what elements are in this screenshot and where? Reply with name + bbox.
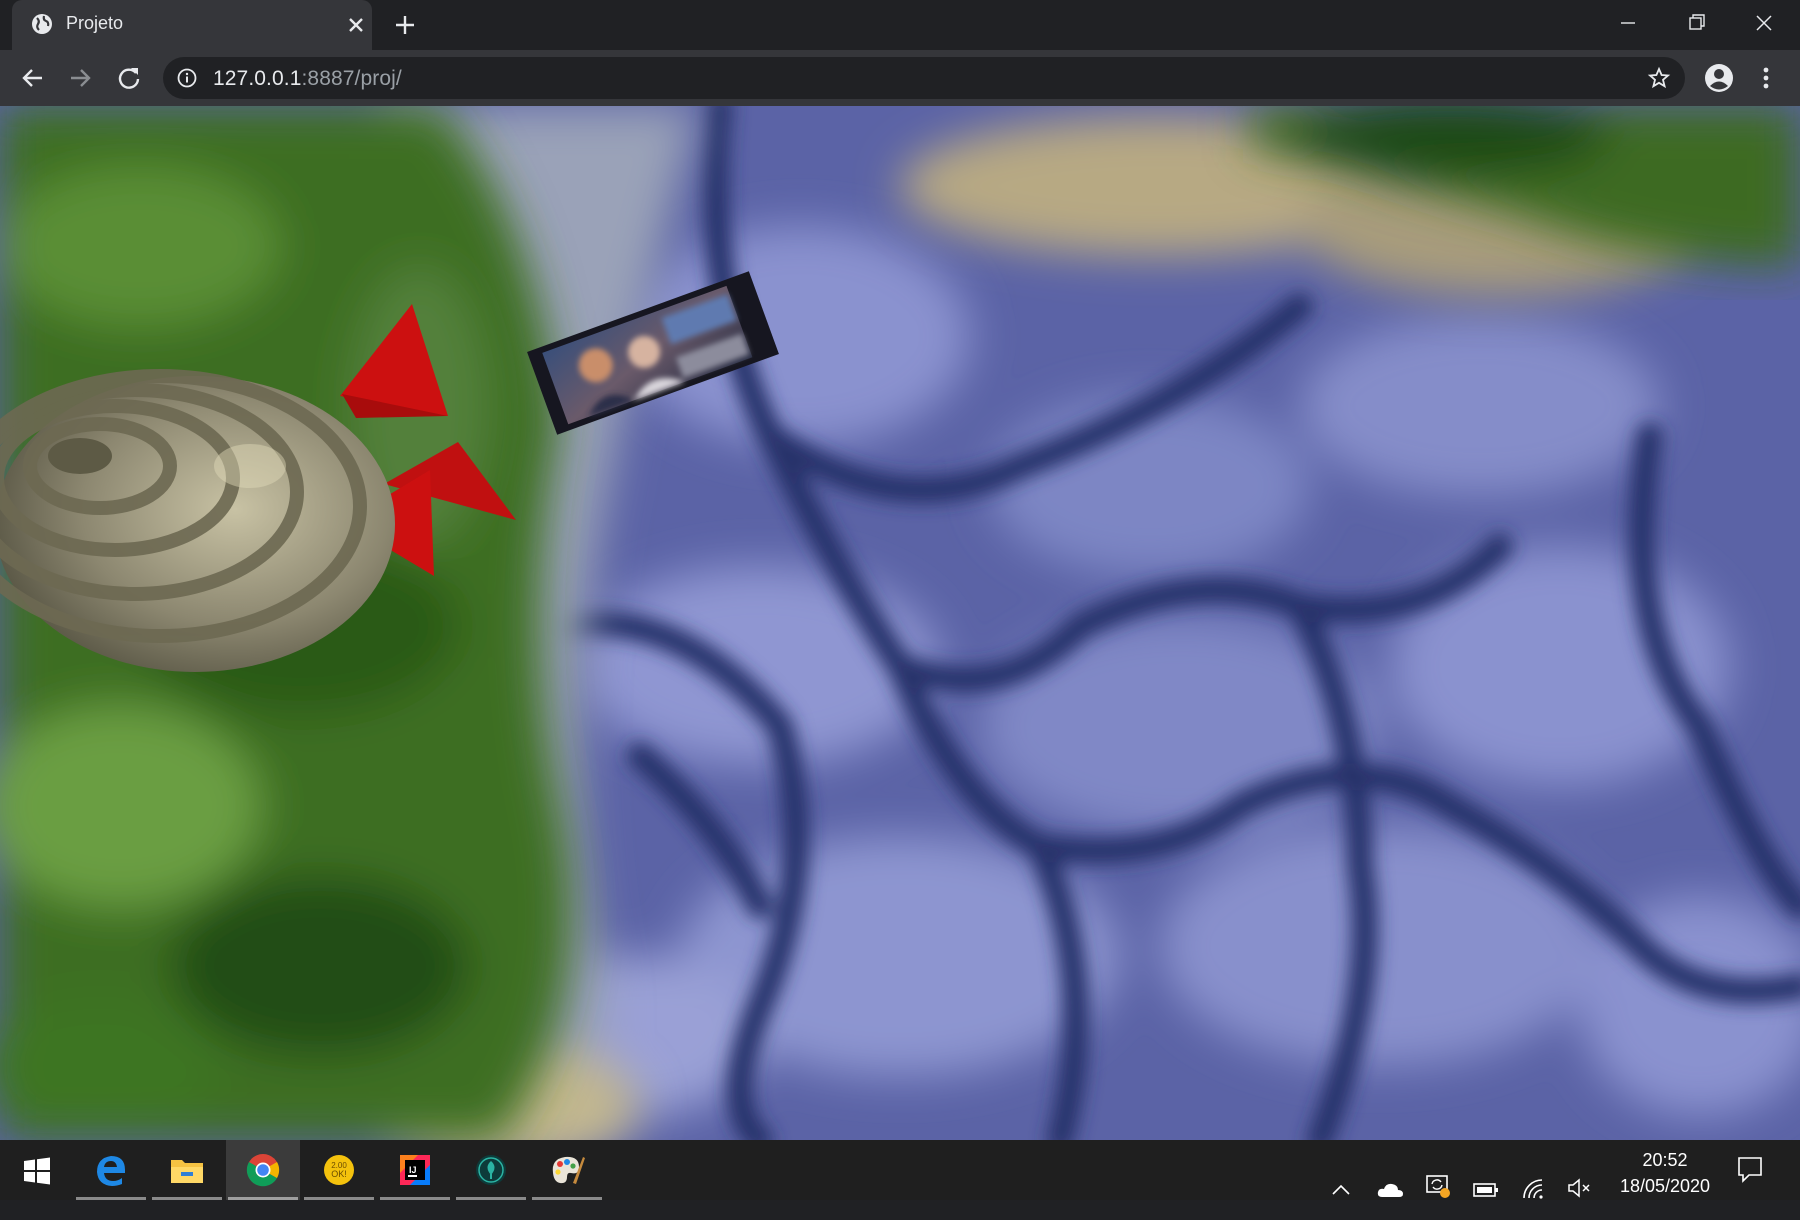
restore-icon[interactable] bbox=[1676, 8, 1716, 38]
globe-icon bbox=[32, 14, 52, 34]
taskbar-file-explorer[interactable] bbox=[150, 1140, 224, 1200]
bookmark-star-icon[interactable] bbox=[1647, 66, 1671, 90]
browser-tab[interactable]: Projeto bbox=[12, 0, 372, 50]
intellij-icon: IJ bbox=[400, 1155, 430, 1185]
edge-icon bbox=[97, 1156, 125, 1186]
hull-highlight bbox=[214, 444, 286, 488]
action-center-icon[interactable] bbox=[1735, 1154, 1765, 1184]
scene bbox=[0, 106, 1800, 1140]
clock-date: 18/05/2020 bbox=[1619, 1176, 1711, 1196]
url-text: 127.0.0.1:8887/proj/ bbox=[213, 67, 402, 91]
profile-avatar-icon[interactable] bbox=[1703, 62, 1735, 94]
new-tab-icon[interactable] bbox=[392, 12, 418, 38]
windows-icon bbox=[24, 1157, 50, 1185]
reload-icon[interactable] bbox=[115, 64, 143, 92]
taskbar-edge[interactable] bbox=[74, 1140, 148, 1200]
browser-toolbar: 127.0.0.1:8887/proj/ bbox=[0, 50, 1800, 106]
folder-icon bbox=[171, 1160, 203, 1183]
url-path: :8887/proj/ bbox=[301, 67, 402, 90]
volume-muted-icon[interactable] bbox=[1566, 1158, 1594, 1218]
site-info-icon[interactable] bbox=[177, 68, 197, 88]
webgl-canvas[interactable] bbox=[0, 106, 1800, 1140]
chrome-icon bbox=[246, 1154, 280, 1187]
svg-text:OK!: OK! bbox=[331, 1169, 347, 1179]
show-hidden-icons-chevron-icon[interactable] bbox=[1330, 1160, 1352, 1220]
hull-nose bbox=[48, 438, 112, 474]
address-bar[interactable]: 127.0.0.1:8887/proj/ bbox=[163, 57, 1685, 99]
taskbar-teal-app[interactable] bbox=[454, 1140, 528, 1200]
svg-text:IJ: IJ bbox=[409, 1165, 417, 1175]
taskbar-chrome[interactable] bbox=[226, 1140, 300, 1200]
close-window-icon[interactable] bbox=[1744, 8, 1784, 38]
battery-icon[interactable] bbox=[1472, 1160, 1500, 1220]
windows-taskbar: 2.00 OK! IJ 20:52 18/05/2020 bbox=[0, 1140, 1800, 1200]
minimize-icon[interactable] bbox=[1608, 8, 1648, 38]
forward-icon[interactable] bbox=[66, 64, 94, 92]
taskbar-yellow-app[interactable]: 2.00 OK! bbox=[302, 1140, 376, 1200]
close-tab-icon[interactable] bbox=[344, 13, 368, 37]
tab-title: Projeto bbox=[66, 13, 124, 33]
taskbar-paint[interactable] bbox=[530, 1140, 604, 1200]
yellow-app-icon: 2.00 OK! bbox=[324, 1155, 354, 1185]
sync-status-icon[interactable] bbox=[1424, 1156, 1452, 1216]
clock-time: 20:52 bbox=[1642, 1150, 1688, 1170]
back-icon[interactable] bbox=[19, 64, 47, 92]
kebab-menu-icon[interactable] bbox=[1756, 64, 1776, 92]
tab-strip: Projeto bbox=[0, 0, 1800, 50]
taskbar-clock[interactable]: 20:52 18/05/2020 bbox=[1600, 1147, 1730, 1199]
paint-icon bbox=[552, 1156, 585, 1184]
taskbar-intellij[interactable]: IJ bbox=[378, 1140, 452, 1200]
teal-app-icon bbox=[476, 1155, 506, 1185]
onedrive-cloud-icon[interactable] bbox=[1376, 1160, 1404, 1220]
url-host: 127.0.0.1 bbox=[213, 67, 302, 90]
start-button[interactable] bbox=[0, 1140, 74, 1200]
wifi-icon[interactable] bbox=[1520, 1158, 1548, 1218]
